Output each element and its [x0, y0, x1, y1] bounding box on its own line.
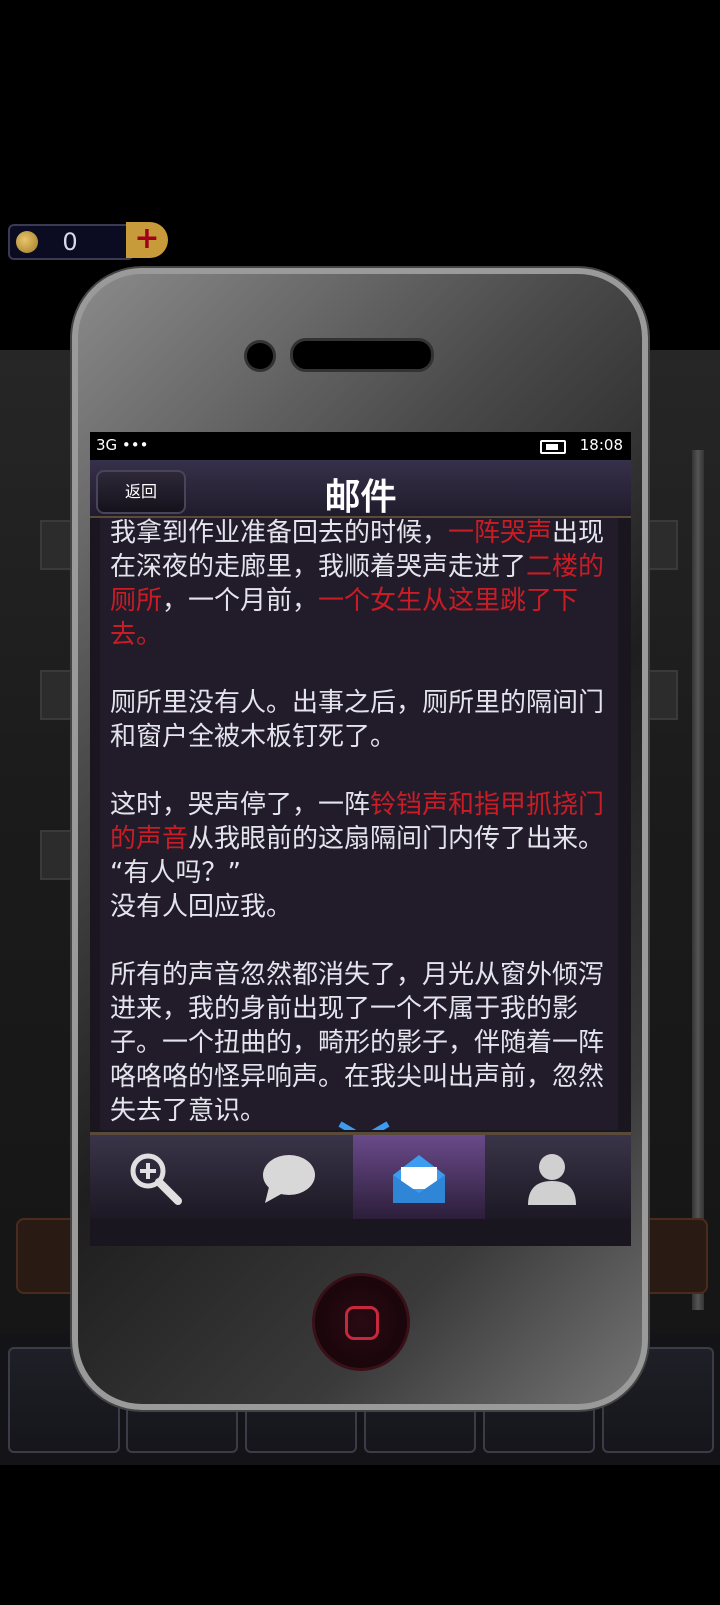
mail-text-segment: 厕所里没有人。出事之后，厕所里的隔间门和窗户全被木板钉死了。	[110, 688, 605, 752]
mail-paragraph: 厕所里没有人。出事之后，厕所里的隔间门和窗户全被木板钉死了。	[110, 686, 610, 754]
background-pipe	[692, 450, 704, 1310]
status-bar: 3G ••• 18:08	[90, 432, 631, 460]
phone-speaker	[290, 338, 434, 372]
highlighted-text: 一阵哭声	[448, 518, 553, 548]
mail-text-segment: “有人吗？”	[110, 858, 241, 888]
envelope-icon	[393, 1155, 445, 1203]
mail-paragraph: 这时，哭声停了，一阵铃铛声和指甲抓挠门的声音从我眼前的这扇隔间门内传了出来。 “有…	[110, 788, 610, 924]
home-square-icon	[345, 1306, 379, 1340]
mail-text-segment: 没有人回应我。	[110, 892, 293, 922]
mail-paragraph: 所有的声音忽然都消失了，月光从窗外倾泻进来，我的身前出现了一个不属于我的影子。一…	[110, 958, 610, 1128]
phone-camera	[244, 340, 276, 372]
coin-count: 0	[62, 228, 78, 256]
mail-text-segment: 从我眼前的这扇隔间门内传了出来。	[188, 824, 605, 854]
coin-counter: 0	[8, 224, 134, 260]
mail-body[interactable]: 我拿到作业准备回去的时候，一阵哭声出现在深夜的走廊里，我顺着哭声走进了二楼的厕所…	[100, 518, 618, 1130]
scroll-down-icon[interactable]	[334, 1118, 394, 1130]
mail-paragraph: 我拿到作业准备回去的时候，一阵哭声出现在深夜的走廊里，我顺着哭声走进了二楼的厕所…	[110, 518, 610, 652]
magnifier-plus-icon	[130, 1153, 182, 1205]
person-icon	[528, 1154, 576, 1205]
tab-profile[interactable]	[486, 1135, 618, 1219]
battery-icon	[540, 440, 566, 454]
mail-text-segment: 所有的声音忽然都消失了，月光从窗外倾泻进来，我的身前出现了一个不属于我的影子。一…	[110, 960, 605, 1126]
tab-mail[interactable]	[353, 1135, 485, 1219]
tab-chat[interactable]	[223, 1135, 355, 1219]
phone-screen: 3G ••• 18:08 返回 邮件 我拿到作业准备回去的时候，一阵哭声出现在深…	[90, 432, 631, 1246]
add-coins-button[interactable]: +	[126, 222, 168, 258]
speech-bubble-icon	[263, 1155, 315, 1203]
nav-bar: 返回 邮件	[90, 460, 631, 518]
tab-search[interactable]	[90, 1135, 222, 1219]
carrier-signal: 3G •••	[96, 436, 149, 454]
mail-text: 我拿到作业准备回去的时候，一阵哭声出现在深夜的走廊里，我顺着哭声走进了二楼的厕所…	[110, 518, 610, 1130]
mail-text-segment: 这时，哭声停了，一阵	[110, 790, 371, 820]
status-time: 18:08	[579, 436, 623, 454]
page-title: 邮件	[324, 477, 397, 518]
home-button[interactable]	[312, 1273, 410, 1371]
tab-bar	[90, 1132, 631, 1219]
mail-text-segment: ，一个月前，	[162, 586, 319, 616]
mail-text-segment: 我拿到作业准备回去的时候，	[110, 518, 449, 548]
